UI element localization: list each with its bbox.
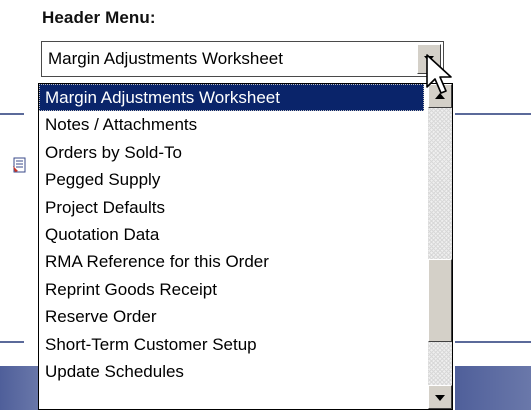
menu-option[interactable]: Reprint Goods Receipt [39,276,428,303]
vertical-scrollbar[interactable] [428,84,452,409]
menu-option[interactable]: Pegged Supply [39,166,428,193]
menu-option[interactable]: RMA Reference for this Order [39,248,428,275]
menu-option[interactable]: Notes / Attachments [39,111,428,138]
menu-option[interactable]: Update Schedules [39,358,428,385]
section-divider [455,341,531,343]
section-header-bar [0,366,40,410]
section-header-bar [455,366,531,410]
header-menu-label: Header Menu: [42,8,156,27]
screen: Header Menu: Margin Adjustments Workshee… [0,0,531,410]
arrow-down-icon [435,395,445,401]
header-menu-select[interactable]: Margin Adjustments Worksheet [41,41,444,77]
section-divider [455,113,531,115]
section-divider [0,341,24,343]
menu-option[interactable]: Margin Adjustments Worksheet [39,84,424,112]
menu-option[interactable]: Quotation Data [39,221,428,248]
menu-option[interactable]: Project Defaults [39,194,428,221]
scroll-down-button[interactable] [428,385,452,409]
section-divider [0,113,24,115]
mouse-cursor-icon [426,54,452,94]
scroll-thumb[interactable] [428,259,452,343]
selected-value: Margin Adjustments Worksheet [48,49,283,68]
header-menu-dropdown[interactable]: Margin Adjustments Worksheet Notes / Atta… [38,83,453,410]
option-list[interactable]: Margin Adjustments Worksheet Notes / Atta… [39,84,428,409]
menu-option[interactable]: Orders by Sold-To [39,139,428,166]
menu-option[interactable]: Short-Term Customer Setup [39,331,428,358]
menu-option[interactable]: Reserve Order [39,303,428,330]
report-icon[interactable] [13,157,27,173]
